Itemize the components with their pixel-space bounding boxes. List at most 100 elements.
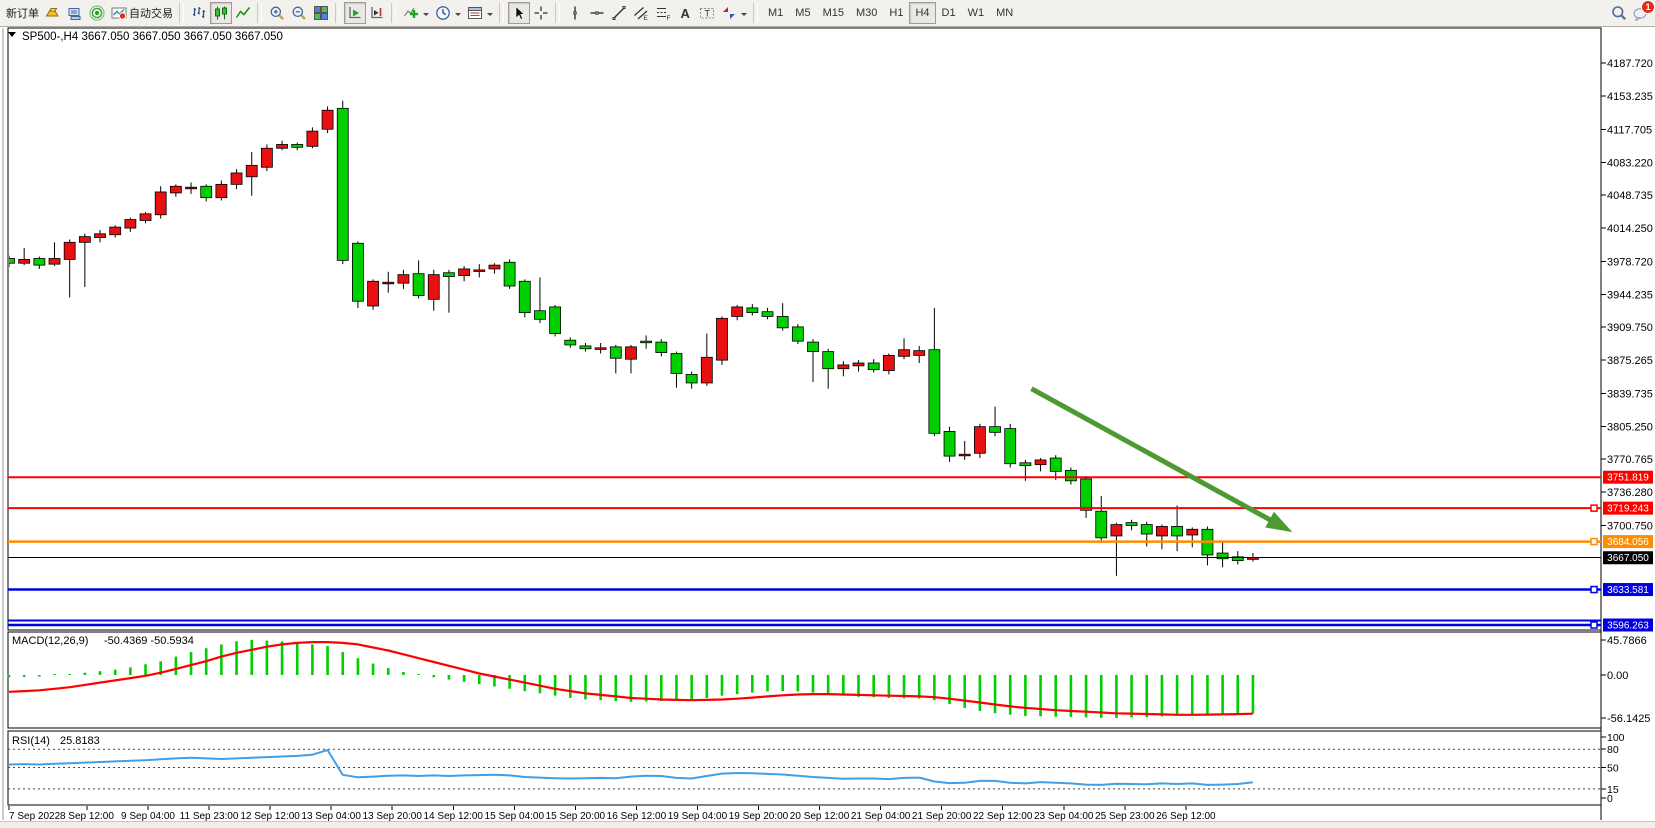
level-handle[interactable] — [1591, 622, 1597, 628]
candle-body — [352, 243, 363, 301]
signals-button[interactable] — [86, 2, 108, 24]
autotrade-button[interactable]: 自动交易 — [108, 2, 176, 24]
level-handle[interactable] — [1591, 539, 1597, 545]
candle-body — [110, 227, 121, 235]
tf-w1-button[interactable]: W1 — [962, 2, 991, 24]
candle-body — [474, 270, 485, 272]
candle-body — [762, 312, 773, 317]
rsi-value: 25.8183 — [60, 735, 100, 747]
tf-m15-button[interactable]: M15 — [817, 2, 850, 24]
candle-body — [580, 346, 591, 349]
chevron-down-icon[interactable] — [741, 13, 747, 19]
chevron-down-icon[interactable] — [487, 13, 493, 19]
price-axis-label: 3909.750 — [1607, 322, 1653, 334]
horizontal-line-button[interactable] — [586, 2, 608, 24]
autoscroll-icon — [347, 5, 363, 21]
time-axis-label: 21 Sep 04:00 — [851, 811, 911, 822]
chevron-down-icon[interactable] — [455, 13, 461, 19]
price-badge: 3596.263 — [1607, 621, 1649, 632]
candle-body — [261, 148, 272, 167]
candle-body — [292, 144, 303, 147]
text-button[interactable]: A — [674, 2, 696, 24]
candle-body — [701, 357, 712, 383]
zoom-out-button[interactable] — [288, 2, 310, 24]
candle-body — [838, 365, 849, 369]
cursor-button[interactable] — [508, 2, 530, 24]
new-order-button[interactable]: 新订单 — [3, 2, 42, 24]
tile-windows-button[interactable] — [310, 2, 332, 24]
price-axis-label: 3805.250 — [1607, 421, 1653, 433]
chart-shift-button[interactable] — [366, 2, 388, 24]
crosshair-button[interactable] — [530, 2, 552, 24]
chevron-down-icon[interactable] — [423, 13, 429, 19]
shapes-icon — [721, 5, 737, 21]
candle-body — [808, 342, 819, 352]
tf-m30-button-label: M30 — [856, 7, 877, 19]
tf-d1-button[interactable]: D1 — [936, 2, 962, 24]
svg-text:F: F — [667, 15, 671, 21]
tf-m5-button[interactable]: M5 — [789, 2, 816, 24]
rsi-axis-label: 80 — [1607, 744, 1619, 756]
bar-chart-button[interactable] — [188, 2, 210, 24]
chart-title: SP500-,H4 3667.050 3667.050 3667.050 366… — [22, 31, 283, 43]
candle-body — [625, 347, 636, 359]
toolbar-separator — [179, 3, 184, 23]
tf-h1-button[interactable]: H1 — [883, 2, 909, 24]
zoom-in-button[interactable] — [266, 2, 288, 24]
candle-body — [868, 363, 879, 370]
trend-icon — [611, 5, 627, 21]
search-button[interactable] — [1608, 2, 1630, 24]
chat-button[interactable]: 1 — [1630, 2, 1652, 24]
level-handle[interactable] — [1591, 505, 1597, 511]
time-axis-label: 16 Sep 12:00 — [607, 811, 667, 822]
macd-panel[interactable] — [8, 632, 1601, 728]
arrows-button[interactable] — [718, 2, 750, 24]
autotrade-icon — [111, 5, 127, 21]
line-chart-button[interactable] — [232, 2, 254, 24]
vertical-line-button[interactable] — [564, 2, 586, 24]
candle-body — [1096, 511, 1107, 538]
tf-mn-button[interactable]: MN — [990, 2, 1019, 24]
notification-badge: 1 — [1641, 0, 1655, 14]
price-axis-label: 3944.235 — [1607, 289, 1653, 301]
tf-m30-button[interactable]: M30 — [850, 2, 883, 24]
toolbar-separator — [257, 3, 262, 23]
candle-body — [1081, 479, 1092, 510]
auto-scroll-button[interactable] — [344, 2, 366, 24]
channel-button[interactable]: E — [630, 2, 652, 24]
templates-button[interactable] — [464, 2, 496, 24]
candlestick-chart-button[interactable] — [210, 2, 232, 24]
price-axis-label: 4153.235 — [1607, 91, 1653, 103]
candle-body — [4, 258, 15, 263]
fibonacci-button[interactable]: F — [652, 2, 674, 24]
chart-canvas[interactable]: 4187.7204153.2354117.7054083.2204048.735… — [0, 0, 1655, 828]
fibo-icon: F — [655, 5, 671, 21]
market-watch-button[interactable] — [64, 2, 86, 24]
tf-h4-button[interactable]: H4 — [909, 2, 935, 24]
tf-m1-button[interactable]: M1 — [762, 2, 789, 24]
candle-body — [489, 265, 500, 269]
candle-body — [125, 220, 136, 229]
candle-body — [716, 318, 727, 360]
candle-body — [443, 273, 454, 277]
candle-body — [686, 374, 697, 383]
indicators-button[interactable] — [400, 2, 432, 24]
trendline-button[interactable] — [608, 2, 630, 24]
candle-body — [216, 184, 227, 197]
candle-body — [398, 275, 409, 284]
periods-button[interactable] — [432, 2, 464, 24]
candle-body — [777, 316, 788, 327]
candle-body — [641, 341, 652, 343]
gold-ingot-button[interactable] — [42, 2, 64, 24]
time-axis-label: 21 Sep 20:00 — [912, 811, 972, 822]
price-badge: 3751.819 — [1607, 473, 1649, 484]
time-axis-label: 8 Sep 12:00 — [60, 811, 114, 822]
linechart-icon — [235, 5, 251, 21]
candle-body — [944, 431, 955, 456]
macd-values: -50.4369 -50.5934 — [104, 635, 194, 647]
label-button[interactable]: T — [696, 2, 718, 24]
main-chart-panel[interactable] — [8, 28, 1601, 630]
template-icon — [467, 5, 483, 21]
time-axis-label: 14 Sep 12:00 — [424, 811, 484, 822]
level-handle[interactable] — [1591, 587, 1597, 593]
